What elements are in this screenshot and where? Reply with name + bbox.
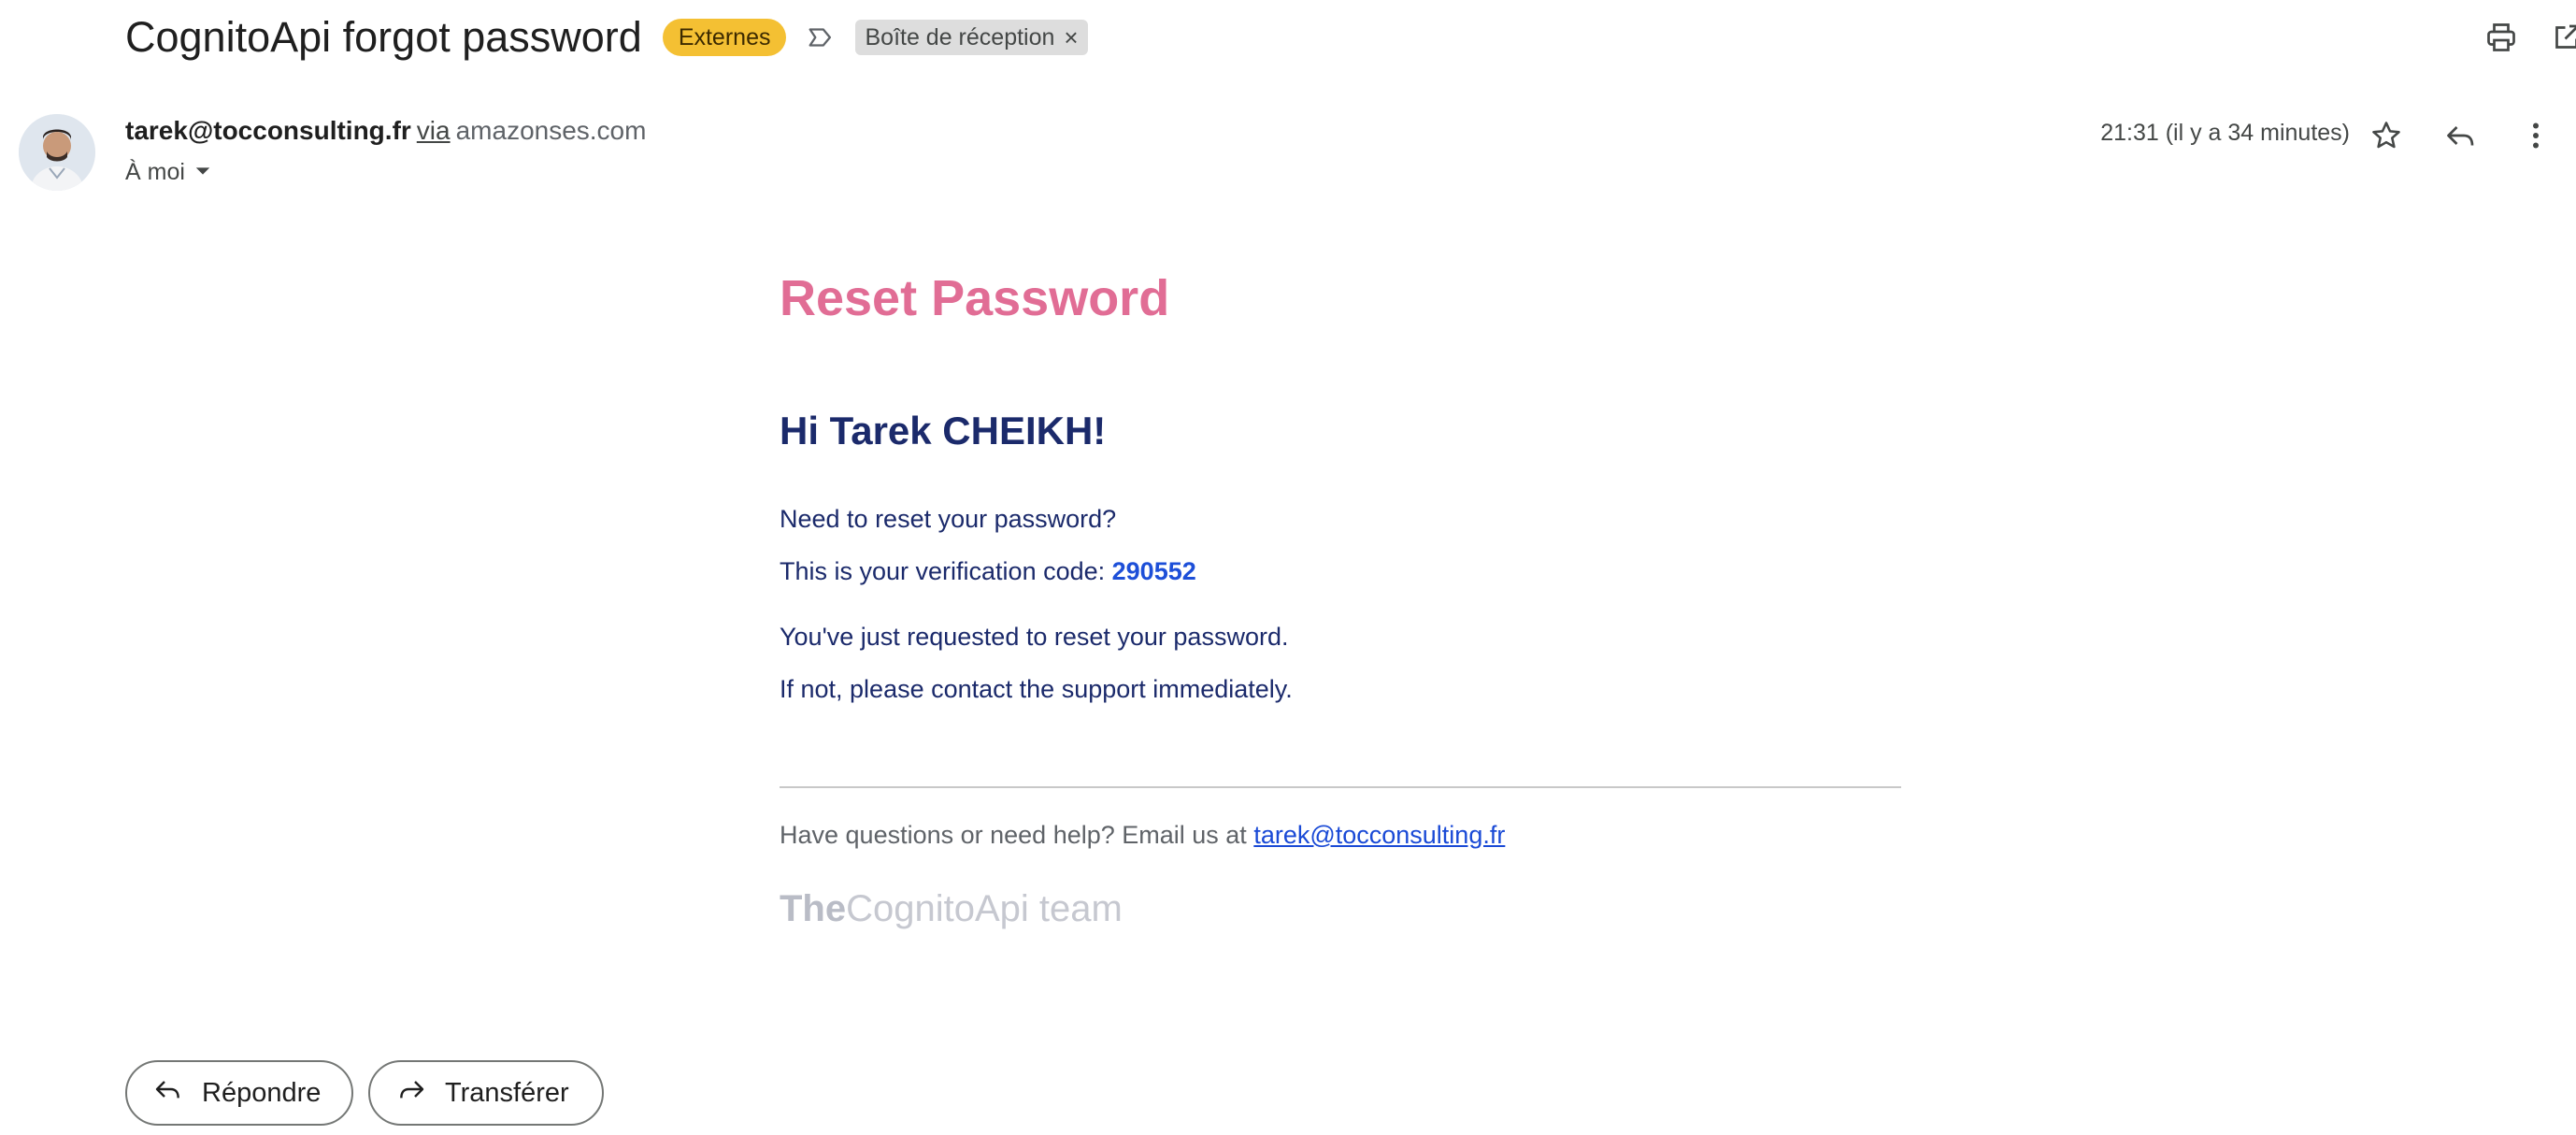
forward-icon: [396, 1074, 426, 1112]
email-subject: CognitoApi forgot password: [125, 13, 642, 61]
recipient-details-toggle[interactable]: À moi: [125, 159, 211, 186]
email-greeting: Hi Tarek CHEIKH!: [780, 409, 1107, 453]
signature-team: CognitoApi team: [846, 888, 1123, 929]
forward-button[interactable]: Transférer: [368, 1060, 604, 1126]
recipient-label: À moi: [125, 159, 185, 185]
external-label-chip[interactable]: Externes: [662, 19, 787, 56]
sender-domain: amazonses.com: [455, 116, 647, 145]
contact-support-notice: If not, please contact the support immed…: [780, 675, 1293, 703]
help-prefix: Have questions or need help? Email us at: [780, 821, 1254, 849]
sender-email[interactable]: tarek@tocconsulting.fr: [125, 116, 411, 145]
inbox-label-chip[interactable]: Boîte de réception ×: [855, 20, 1088, 55]
email-subject-bar: CognitoApi forgot password Externes Boît…: [125, 9, 1088, 65]
help-email-link[interactable]: tarek@tocconsulting.fr: [1253, 821, 1505, 849]
sender-via-link[interactable]: via: [417, 116, 451, 145]
message-timestamp: 21:31 (il y a 34 minutes): [2100, 120, 2350, 146]
verification-code-prefix: This is your verification code:: [780, 557, 1112, 585]
print-icon[interactable]: [2483, 19, 2520, 56]
label-important-icon[interactable]: [805, 22, 837, 53]
more-options-icon[interactable]: [2514, 114, 2557, 157]
forward-button-label: Transférer: [445, 1077, 569, 1108]
reply-icon: [153, 1074, 183, 1112]
help-line: Have questions or need help? Email us at…: [780, 821, 1505, 850]
caret-down-icon[interactable]: [194, 159, 211, 186]
reply-button-label: Répondre: [202, 1077, 322, 1108]
email-signature: TheCognitoApi team: [780, 888, 1123, 930]
signature-the: The: [780, 888, 847, 929]
inbox-label-text: Boîte de réception: [865, 24, 1055, 50]
remove-label-icon[interactable]: ×: [1064, 20, 1078, 55]
sender-line: tarek@tocconsulting.fr via amazonses.com: [125, 116, 646, 146]
verification-code-line: This is your verification code: 290552: [780, 557, 1196, 586]
reply-icon[interactable]: [2440, 114, 2483, 157]
divider: [780, 786, 1901, 788]
reset-question: Need to reset your password?: [780, 505, 1117, 533]
verification-code: 290552: [1111, 557, 1196, 585]
reply-button[interactable]: Répondre: [125, 1060, 353, 1126]
email-heading: Reset Password: [780, 270, 1170, 326]
requested-notice: You've just requested to reset your pass…: [780, 623, 1289, 651]
star-icon[interactable]: [2365, 114, 2408, 157]
sender-avatar[interactable]: [19, 114, 95, 191]
open-in-new-icon[interactable]: [2548, 19, 2576, 56]
